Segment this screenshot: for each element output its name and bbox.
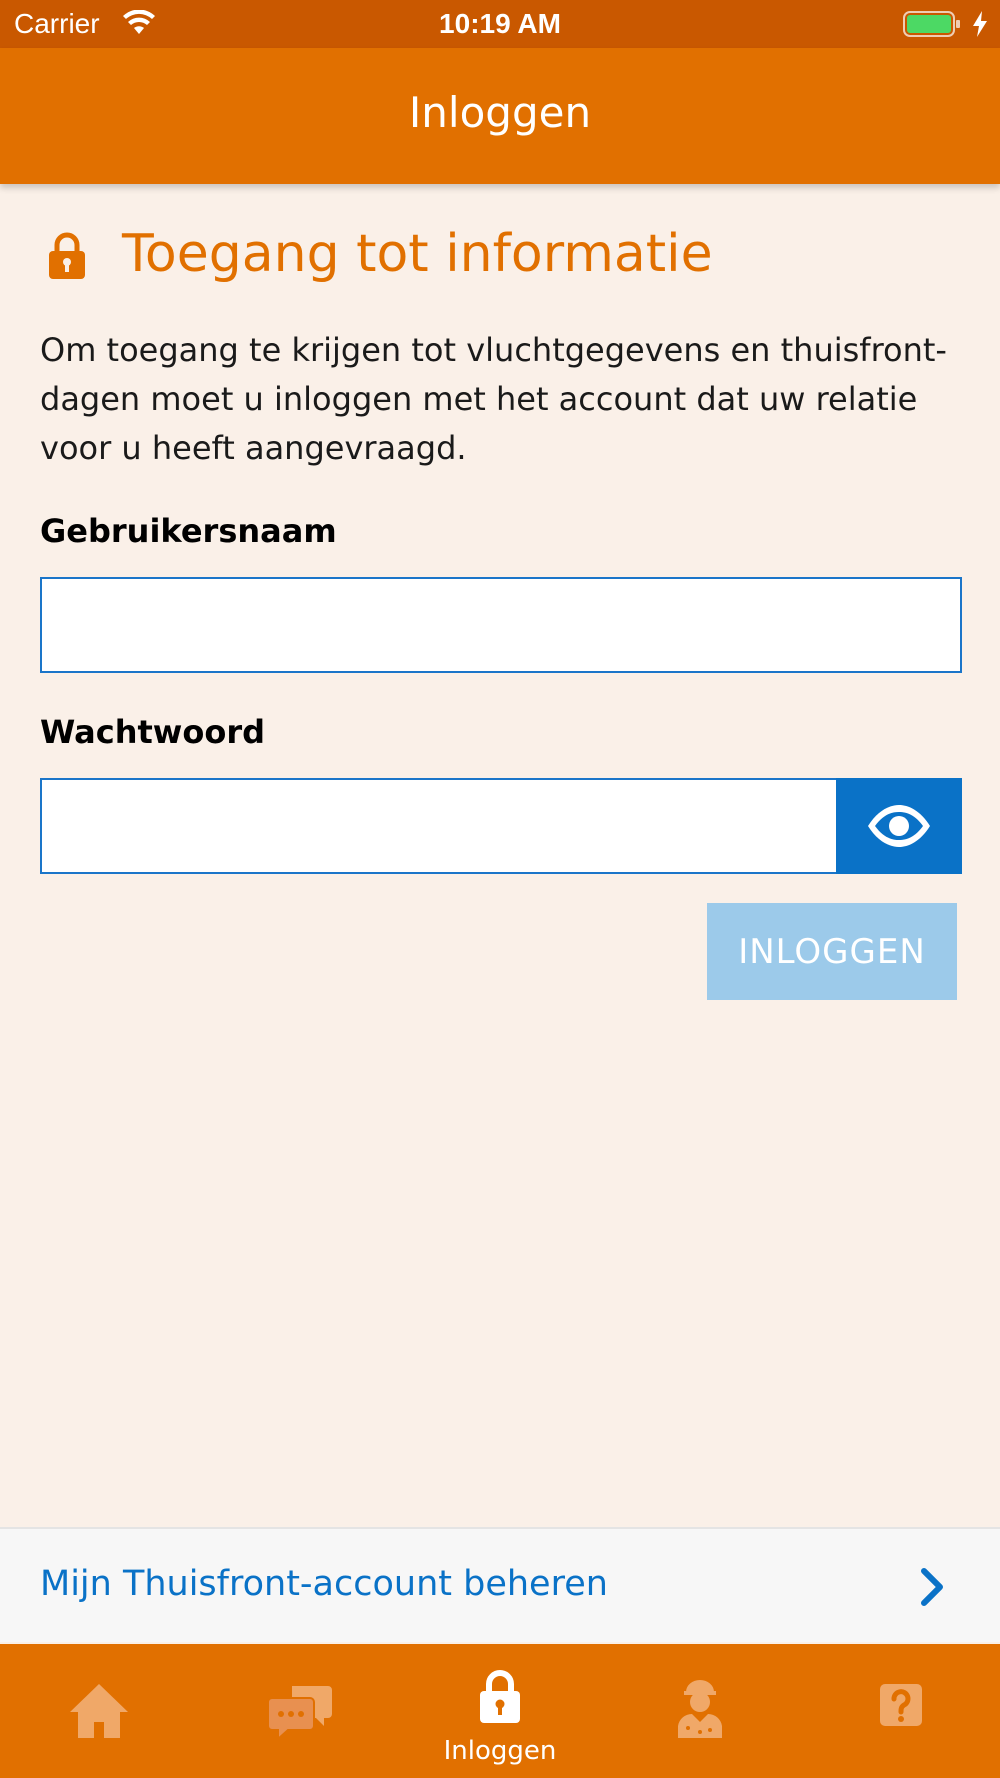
chevron-right-icon xyxy=(921,1568,943,1606)
tab-bar: Inloggen xyxy=(0,1644,1000,1778)
lock-icon xyxy=(480,1670,520,1723)
section-heading: Toegang tot informatie xyxy=(40,222,960,292)
status-bar: Carrier 10:19 AM xyxy=(0,0,1000,48)
tab-help[interactable] xyxy=(800,1644,1000,1778)
manage-account-label: Mijn Thuisfront-account beheren xyxy=(40,1564,608,1604)
tab-home[interactable] xyxy=(0,1644,200,1778)
charging-bolt-icon xyxy=(973,11,987,37)
navigation-bar: Inloggen xyxy=(0,48,1000,184)
username-input[interactable] xyxy=(40,577,962,673)
status-time: 10:19 AM xyxy=(439,8,561,39)
tab-mission[interactable] xyxy=(600,1644,800,1778)
page-heading: Toegang tot informatie xyxy=(122,224,713,284)
home-icon xyxy=(70,1684,128,1738)
lock-icon xyxy=(49,232,85,279)
soldier-icon xyxy=(678,1680,722,1738)
nav-title: Inloggen xyxy=(408,88,592,137)
eye-icon xyxy=(868,805,930,847)
tab-messages[interactable] xyxy=(200,1644,400,1778)
show-password-button[interactable] xyxy=(836,778,962,874)
password-input[interactable] xyxy=(40,778,838,874)
tab-inloggen[interactable]: Inloggen xyxy=(400,1644,600,1778)
manage-account-link[interactable]: Mijn Thuisfront-account beheren xyxy=(0,1527,1000,1642)
login-button[interactable]: INLOGGEN xyxy=(707,903,957,1000)
chat-icon xyxy=(268,1686,332,1740)
password-label: Wachtwoord xyxy=(40,713,266,751)
tab-label: Inloggen xyxy=(443,1736,557,1766)
battery-icon xyxy=(903,11,960,37)
help-icon xyxy=(880,1684,922,1726)
username-label: Gebruikersnaam xyxy=(40,512,337,550)
intro-text: Om toegang te krijgen tot vluchtgegevens… xyxy=(40,331,947,467)
